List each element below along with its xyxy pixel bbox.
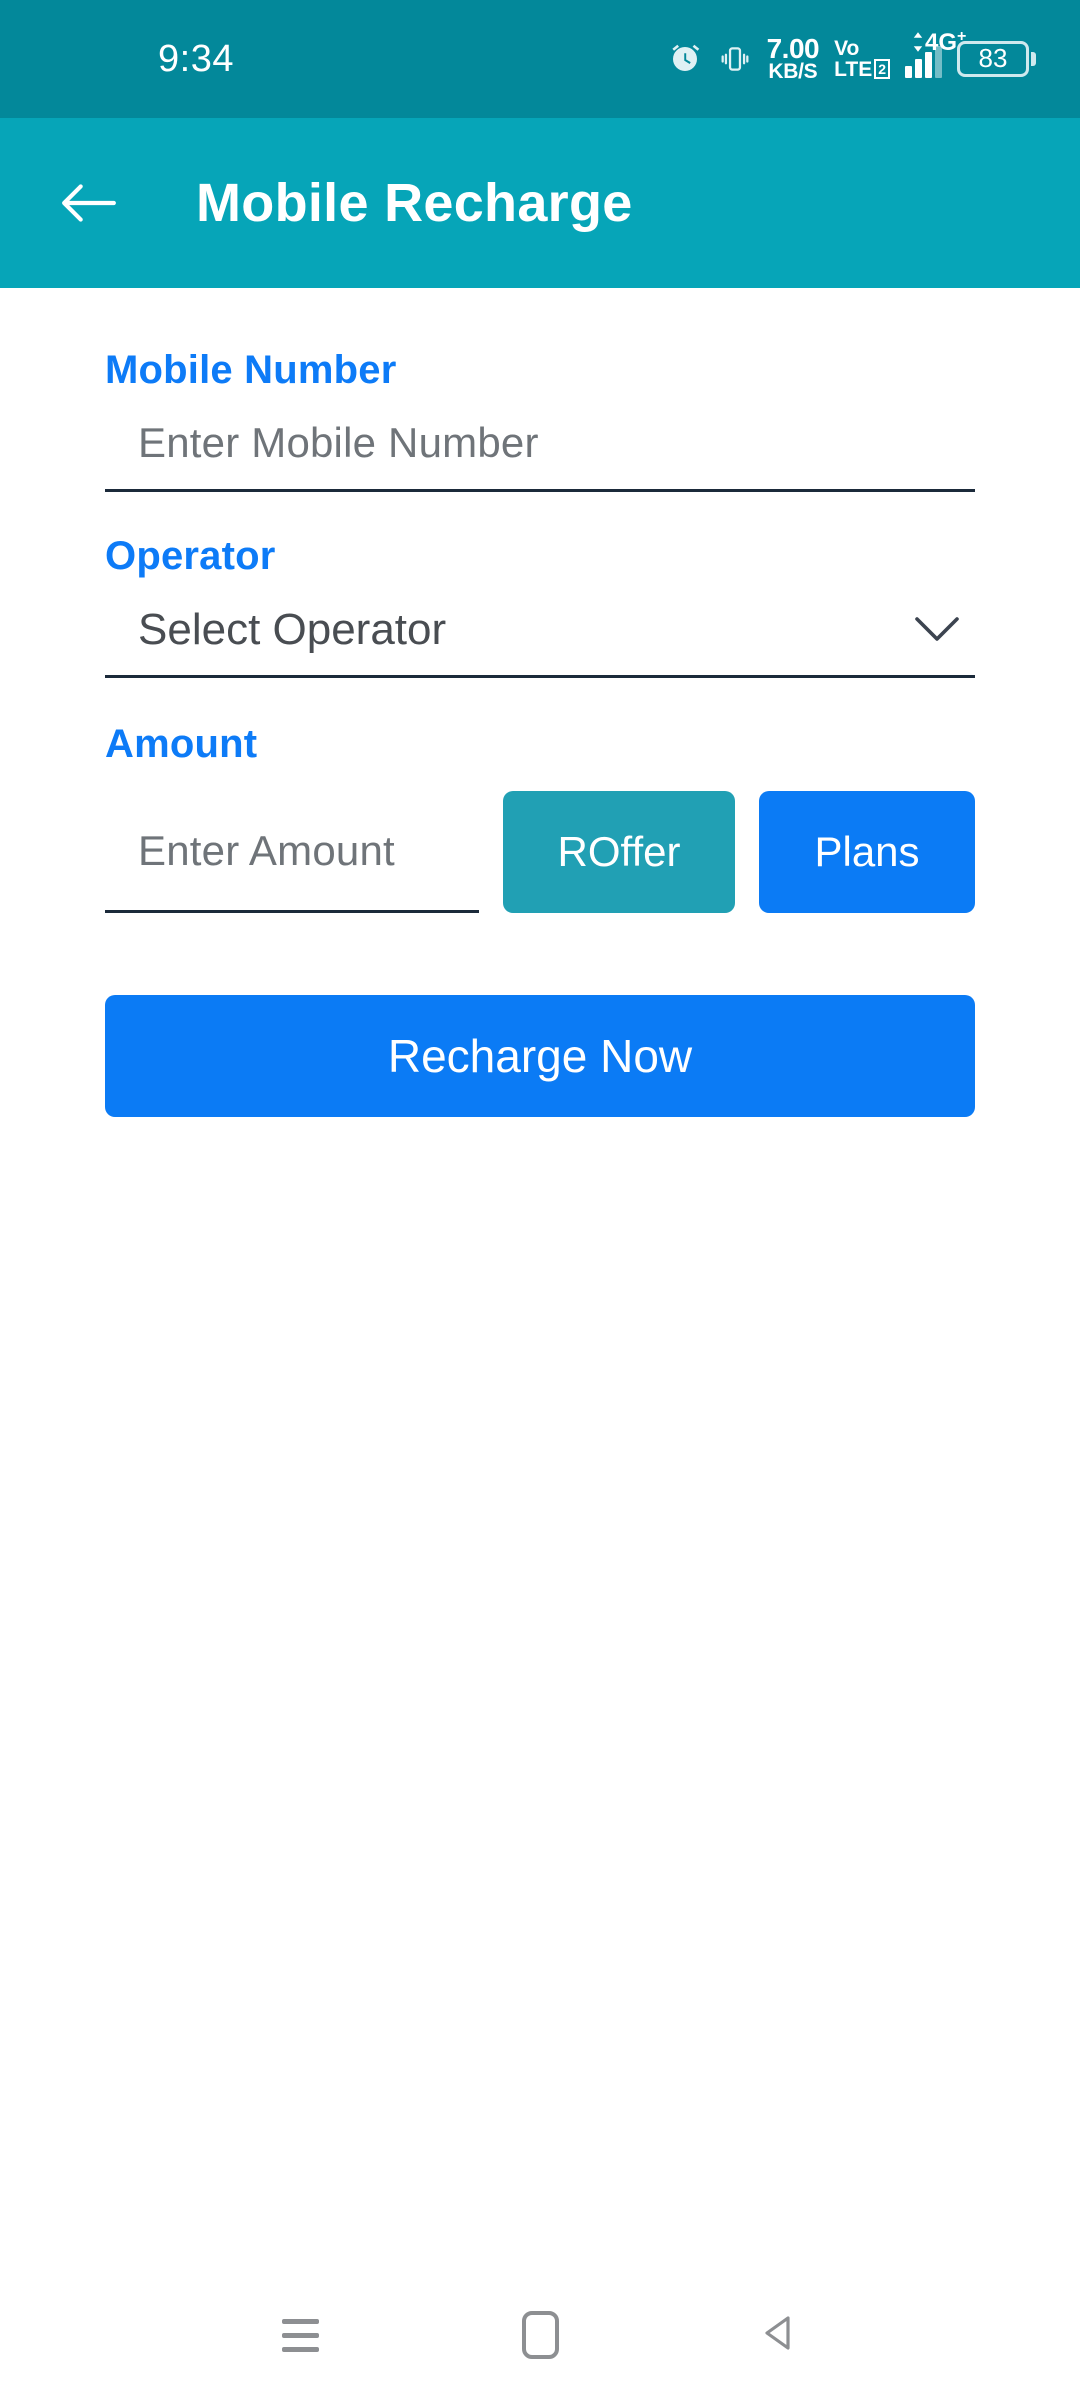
operator-group: Operator Select Operator <box>105 492 975 678</box>
battery-tip <box>1031 51 1036 66</box>
operator-label: Operator <box>105 534 276 578</box>
battery-percentage: 83 <box>978 43 1008 74</box>
roffer-button[interactable]: ROffer <box>503 791 735 913</box>
volte-indicator: Vo LTE 2 <box>834 38 890 80</box>
network-speed-unit: KB/S <box>768 60 818 84</box>
back-triangle-icon <box>756 2309 804 2362</box>
status-bar-icons: 7.00 KB/S Vo LTE 2 4G+ 83 <box>667 28 1036 84</box>
signal-bar-2 <box>915 58 922 78</box>
mobile-number-placeholder: Enter Mobile Number <box>138 419 539 466</box>
back-arrow-icon[interactable] <box>58 172 120 234</box>
recents-icon <box>281 2318 319 2352</box>
status-bar-clock: 9:34 <box>158 38 234 80</box>
amount-placeholder: Enter Amount <box>138 826 395 874</box>
operator-select[interactable]: Select Operator <box>105 605 975 678</box>
home-icon <box>521 2311 559 2359</box>
volte-label-bottom: LTE <box>834 57 873 81</box>
network-speed-indicator: 7.00 KB/S <box>766 32 820 84</box>
volte-label-top: Vo <box>834 36 860 60</box>
mobile-number-input[interactable]: Enter Mobile Number <box>105 419 975 492</box>
chevron-down-icon <box>915 617 959 643</box>
amount-label: Amount <box>105 722 258 766</box>
mobile-number-group: Mobile Number Enter Mobile Number <box>105 288 975 492</box>
network-type-label: 4G+ <box>911 28 966 57</box>
page-title: Mobile Recharge <box>196 173 633 233</box>
vibrate-icon <box>718 42 752 76</box>
amount-group: Amount Enter Amount ROffer Plans <box>105 678 975 913</box>
android-navigation-bar <box>0 2270 1080 2400</box>
back-button[interactable] <box>735 2290 825 2380</box>
recharge-button-wrapper: Recharge Now <box>105 913 975 1117</box>
signal-bar-1 <box>905 65 912 78</box>
mobile-number-label: Mobile Number <box>105 348 397 392</box>
phone-screen: 9:34 7.00 KB/S Vo LTE 2 4G+ 83 Mobile Re… <box>0 0 1080 2400</box>
signal-strength-indicator: 4G+ <box>905 28 966 78</box>
network-speed-value: 7.00 <box>766 32 820 64</box>
plans-button[interactable]: Plans <box>759 791 975 913</box>
home-button[interactable] <box>495 2290 585 2380</box>
status-bar: 9:34 7.00 KB/S Vo LTE 2 4G+ 83 <box>0 0 1080 118</box>
recents-button[interactable] <box>255 2290 345 2380</box>
sim-slot-badge: 2 <box>874 59 890 80</box>
main-content: Mobile Number Enter Mobile Number Operat… <box>0 288 1080 2270</box>
recharge-now-button[interactable]: Recharge Now <box>105 995 975 1117</box>
amount-input[interactable]: Enter Amount <box>105 791 479 913</box>
alarm-clock-icon <box>667 41 703 77</box>
battery-indicator: 83 <box>957 40 1036 77</box>
operator-selected-value: Select Operator <box>138 605 447 654</box>
app-bar: Mobile Recharge <box>0 118 1080 288</box>
